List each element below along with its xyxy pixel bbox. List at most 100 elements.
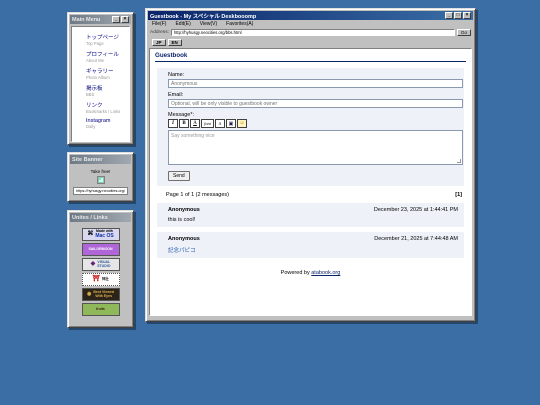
main-menu-title: Main Menu <box>72 16 101 23</box>
menu-item-links[interactable]: リンク Bookmarks / Links <box>86 101 125 114</box>
message-text: 記念パピコ <box>168 248 196 254</box>
menu-item-sublabel: About Me <box>86 58 104 63</box>
fruits-badge[interactable]: fruits <box>81 303 120 316</box>
menu-item-label[interactable]: 掲示板 <box>86 84 125 92</box>
links-titlebar[interactable]: Unites / Links <box>70 213 131 222</box>
browser-title: Guestbook - My スペシャル Deskbooomp <box>150 13 257 20</box>
emoji-button[interactable]: ☺ <box>237 119 247 128</box>
minimize-icon[interactable]: _ <box>112 16 120 23</box>
email-input[interactable] <box>168 99 463 108</box>
visual-studio-badge[interactable]: ◆ VISUAL STUDIO <box>81 258 120 271</box>
maximize-icon[interactable]: □ <box>454 12 462 19</box>
shrine-icon: ⛩ <box>92 276 100 283</box>
message-text: this is cool! <box>168 217 196 223</box>
font-button[interactable]: font <box>201 119 214 128</box>
sailormoon-badge[interactable]: SAILORMOON <box>81 243 120 256</box>
image-icon: ▣ <box>228 121 234 127</box>
menu-item-label[interactable]: プロフィール <box>86 50 125 58</box>
menu-view[interactable]: View(V) <box>200 21 217 27</box>
minimize-icon[interactable]: _ <box>445 12 453 19</box>
page-info: Page 1 of 1 (2 messages) <box>166 192 229 198</box>
unites-links-window: Unites / Links ⌘ Made with Mac OS SAILORM… <box>67 210 134 328</box>
message-date: December 23, 2025 at 1:44:41 PM <box>373 207 458 213</box>
message-date: December 21, 2025 at 7:44:48 AM <box>374 236 458 242</box>
menu-file[interactable]: File(F) <box>152 21 166 27</box>
name-label: Name: <box>168 72 185 78</box>
menu-item-sublabel: Bookmarks / Links <box>86 109 121 114</box>
links-title: Unites / Links <box>72 214 108 221</box>
list-item: Anonymous December 21, 2025 at 7:44:48 A… <box>157 232 464 258</box>
menu-item-sublabel: Daily <box>86 124 96 129</box>
atabook-link[interactable]: atabook.org <box>311 270 340 276</box>
main-menu-window: Main Menu _ × トップページ Top Page プロフィール Abo… <box>67 12 134 145</box>
language-toolbar: JP EN <box>148 37 473 47</box>
visual-studio-icon: ◆ <box>90 261 96 268</box>
address-input[interactable] <box>170 29 455 36</box>
close-icon[interactable]: × <box>463 12 471 19</box>
badge-line1: 神社 <box>101 276 109 281</box>
message-textarea[interactable]: Say something nice <box>168 130 463 165</box>
close-icon[interactable]: × <box>121 16 129 23</box>
address-bar: Address: Go <box>148 28 473 37</box>
banner-image-icon <box>96 176 105 184</box>
page-1-link[interactable]: [1] <box>455 192 462 198</box>
eye-icon: ◉ <box>87 290 92 297</box>
name-input[interactable] <box>168 79 463 88</box>
badge-line1: SAILORMOON <box>88 246 113 251</box>
browser-menubar: File(F) Edit(E) View(V) Favorites(A) <box>148 20 473 28</box>
smiley-icon: ☺ <box>239 121 245 126</box>
pagination: Page 1 of 1 (2 messages) [1] <box>155 192 466 198</box>
menu-item-instagram[interactable]: Instagram Daily <box>86 118 125 129</box>
site-banner-titlebar[interactable]: Site Banner <box>70 155 131 164</box>
badge-line2: With Eyes <box>95 293 113 298</box>
menu-item-label[interactable]: リンク <box>86 101 125 109</box>
message-author: Anonymous <box>168 236 200 242</box>
made-with-mac-badge[interactable]: ⌘ Made with Mac OS <box>81 228 120 241</box>
underline-button[interactable]: A <box>190 119 200 128</box>
powered-by-footer: Powered by atabook.org <box>155 270 466 276</box>
menu-item-sublabel: Top Page <box>86 41 104 46</box>
menu-item-label[interactable]: トップページ <box>86 33 125 41</box>
font-size-button[interactable]: A <box>215 119 225 128</box>
go-button[interactable]: Go <box>456 29 471 36</box>
format-toolbar: I B A font A ▣ ☺ <box>168 119 460 128</box>
menu-item-sublabel: Photo Album <box>86 75 110 80</box>
shrine-badge[interactable]: ⛩ 神社 <box>81 273 120 286</box>
image-insert-button[interactable]: ▣ <box>226 119 236 128</box>
lang-jp-button[interactable]: JP <box>152 38 166 46</box>
lang-en-button[interactable]: EN <box>167 38 182 46</box>
message-placeholder: Say something nice <box>171 133 215 139</box>
site-banner-title: Site Banner <box>72 156 103 163</box>
browser-window: Guestbook - My スペシャル Deskbooomp _ □ × Fi… <box>145 8 476 322</box>
main-menu-titlebar[interactable]: Main Menu _ × <box>70 15 131 24</box>
email-label: Email: <box>168 92 184 98</box>
browser-titlebar[interactable]: Guestbook - My スペシャル Deskbooomp _ □ × <box>148 11 473 20</box>
guestbook-form: Name: Email: Message*: I B A font A ▣ ☺ … <box>157 68 464 186</box>
banner-url-field[interactable]: https://hyhusgy.neocities.org/ <box>73 187 128 195</box>
page-content: Guestbook Name: Email: Message*: I B A f… <box>149 48 472 316</box>
page-title: Guestbook <box>155 52 466 62</box>
badge-line2: STUDIO <box>97 263 111 268</box>
menu-edit[interactable]: Edit(E) <box>175 21 190 27</box>
address-label: Address: <box>150 30 169 35</box>
best-viewed-badge[interactable]: ◉ Best Viewed With Eyes <box>81 288 120 301</box>
message-author: Anonymous <box>168 207 200 213</box>
badge-line2: Mac OS <box>95 232 114 239</box>
badge-line1: fruits <box>96 306 105 311</box>
powered-by-label: Powered by <box>280 270 310 276</box>
resize-handle-icon[interactable] <box>457 159 461 163</box>
italic-button[interactable]: I <box>168 119 178 128</box>
bold-button[interactable]: B <box>179 119 189 128</box>
menu-item-sublabel: BBS <box>86 92 95 97</box>
menu-item-gallery[interactable]: ギャラリー Photo Album <box>86 67 125 80</box>
site-banner-window: Site Banner Take free! https://hyhusgy.n… <box>67 152 134 202</box>
menu-item-label[interactable]: ギャラリー <box>86 67 125 75</box>
menu-item-profile[interactable]: プロフィール About Me <box>86 50 125 63</box>
menu-item-bbs[interactable]: 掲示板 BBS <box>86 84 125 97</box>
list-item: Anonymous December 23, 2025 at 1:44:41 P… <box>157 203 464 227</box>
menu-item-top[interactable]: トップページ Top Page <box>86 33 125 46</box>
mac-logo-icon: ⌘ <box>87 231 94 238</box>
menu-favorites[interactable]: Favorites(A) <box>226 21 253 27</box>
main-menu-list: トップページ Top Page プロフィール About Me ギャラリー Ph… <box>71 26 130 142</box>
send-button[interactable]: Send <box>168 171 190 181</box>
